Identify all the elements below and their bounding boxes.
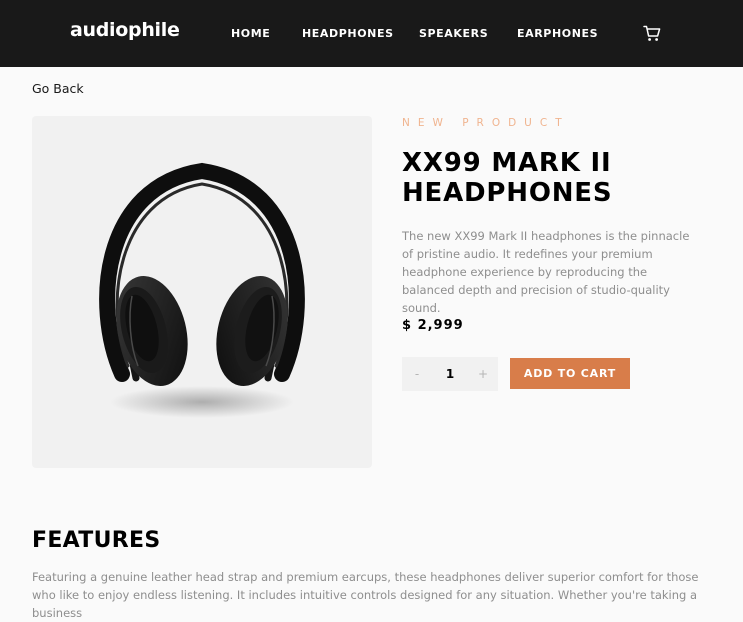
logo[interactable]: audiophile [70,19,180,41]
cart-icon[interactable] [643,25,661,42]
product-price: $ 2,999 [402,318,464,333]
nav-home[interactable]: HOME [231,27,270,40]
new-product-overline: NEW PRODUCT [402,117,570,129]
features-text: Featuring a genuine leather head strap a… [32,570,699,620]
quantity-increase-button[interactable]: + [468,357,498,391]
product-description: The new XX99 Mark II headphones is the p… [402,229,690,315]
site-header: audiophile HOME HEADPHONES SPEAKERS EARP… [0,0,743,67]
quantity-stepper: - 1 + [402,357,498,391]
nav-speakers[interactable]: SPEAKERS [419,27,488,40]
go-back-link[interactable]: Go Back [32,81,84,96]
quantity-decrease-button[interactable]: - [402,357,432,391]
quantity-value[interactable]: 1 [432,357,468,391]
nav-earphones[interactable]: EARPHONES [517,27,598,40]
add-to-cart-button[interactable]: ADD TO CART [510,358,630,389]
product-title: XX99 MARK II HEADPHONES [402,148,613,208]
nav-headphones[interactable]: HEADPHONES [302,27,394,40]
headphones-image [99,162,305,418]
product-image [32,116,372,468]
features-heading: FEATURES [32,528,161,553]
